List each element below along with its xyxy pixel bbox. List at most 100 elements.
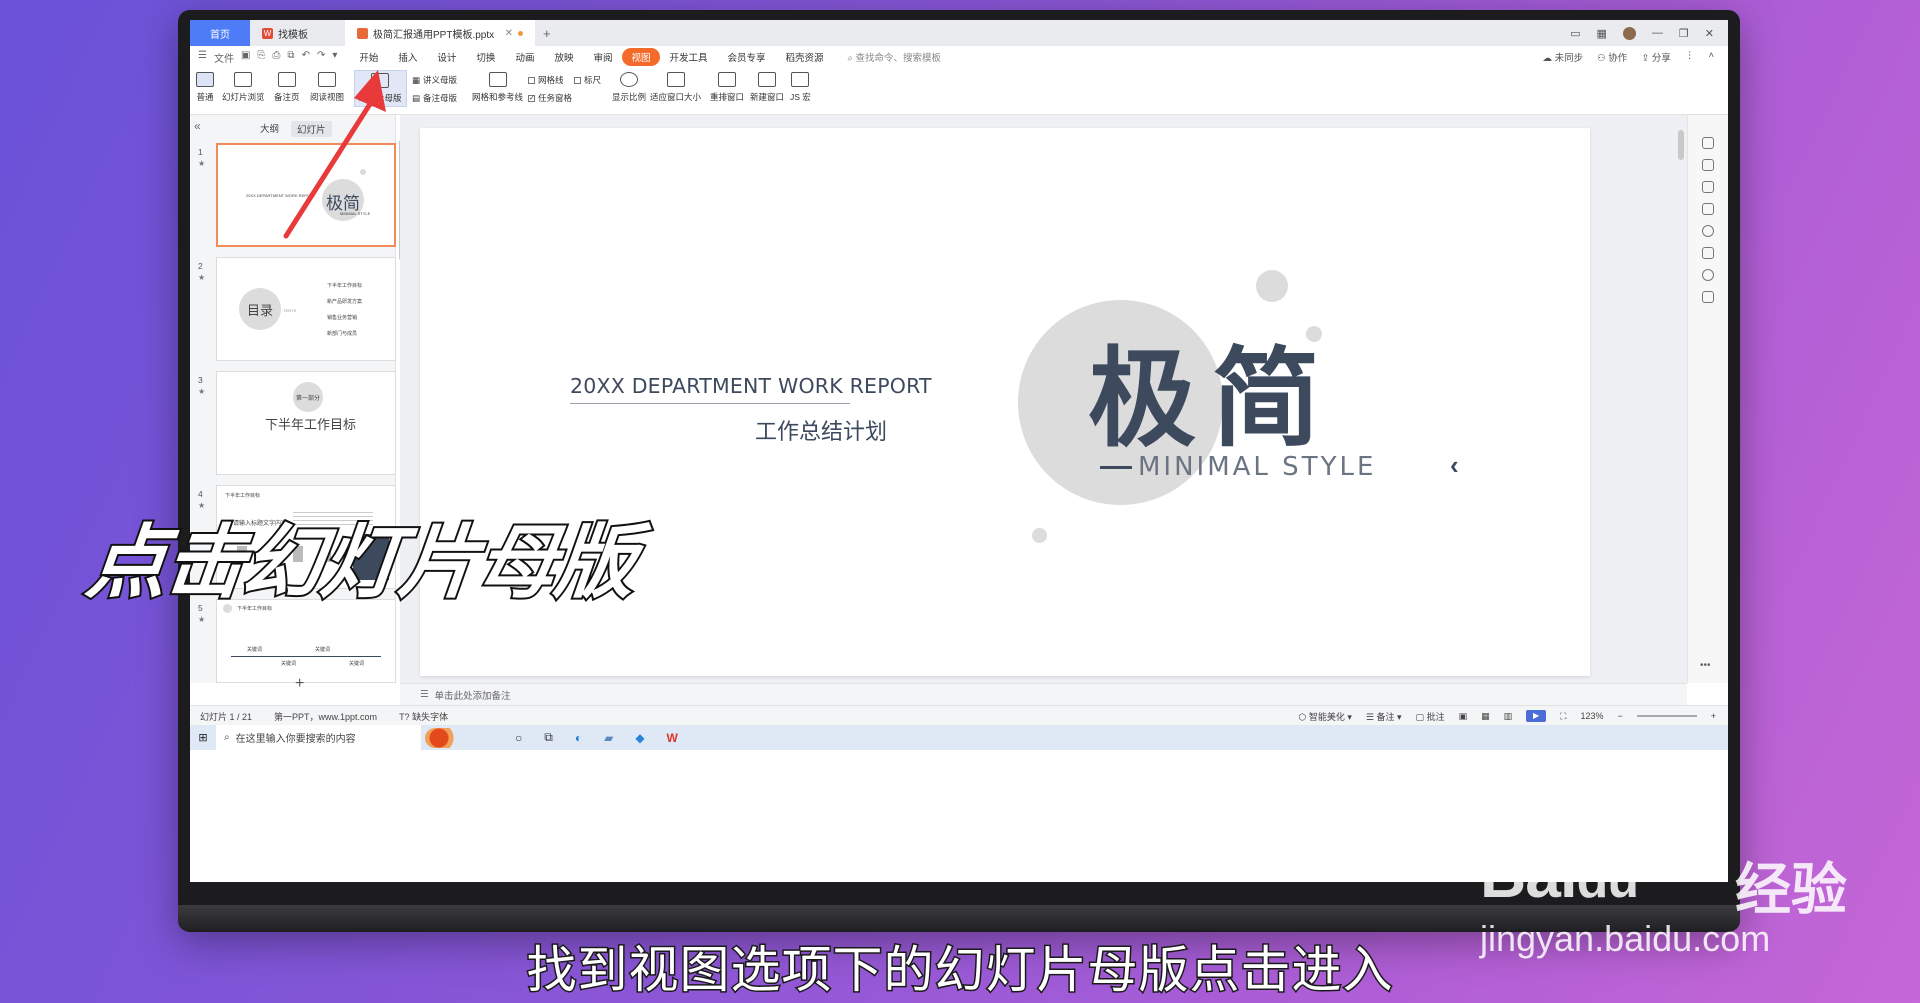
slide-thumbnail-3[interactable]: 第一部分 下半年工作目标 [216,371,396,475]
design-icon[interactable] [1702,137,1714,149]
menu-resources[interactable]: 稻壳资源 [776,50,834,64]
right-task-rail: ••• [1687,115,1728,683]
collapse-ribbon-icon[interactable]: ˄ [1708,50,1714,64]
store-icon[interactable]: ▰ [604,731,613,745]
js-macro-button[interactable]: JS 宏 [790,72,811,103]
edge-icon[interactable]: ◐ [575,731,582,745]
close-tab-icon[interactable]: ✕ [505,28,513,39]
zoom-out-icon[interactable]: − [1617,711,1622,721]
cortana-icon[interactable]: ○ [515,731,522,745]
slide-sorter-button[interactable]: 幻灯片浏览 [222,72,265,103]
sorter-view-status-icon[interactable]: ▦ [1481,711,1490,722]
sync-button[interactable]: ☁ 未同步 [1542,50,1583,64]
menu-design[interactable]: 设计 [427,50,466,64]
menu-animations[interactable]: 动画 [505,50,544,64]
baidu-logo-du: du [1576,851,1640,909]
menu-developer[interactable]: 开发工具 [660,50,718,64]
bird-app-icon[interactable]: ◆ [635,731,644,745]
add-slide-icon[interactable]: + [295,675,304,693]
canvas-scrollbar[interactable] [1678,130,1684,160]
menu-hamburger-icon[interactable]: ☰ [198,50,207,65]
minimize-icon[interactable]: — [1652,27,1663,39]
taskbar-search[interactable]: ⌕ 在这里输入你要搜索的内容 [216,725,421,750]
fit-window-icon [666,72,685,87]
new-window-button[interactable]: 新建窗口 [750,72,784,103]
slide-style-text: MINIMAL STYLE [1138,452,1377,482]
zoom-slider[interactable] [1636,715,1697,717]
star-icon: ★ [198,273,206,282]
handout-master-button[interactable]: ▦ 讲义母版 [412,74,457,86]
thumb-3-part: 第一部分 [296,396,321,402]
slide-dot-small [1032,528,1047,543]
notes-bar[interactable]: ☰ 单击此处添加备注 [400,683,1687,705]
fit-icon[interactable]: ⛶ [1560,711,1566,722]
unsaved-dot-icon [518,30,523,36]
book-open-icon[interactable] [1702,291,1714,303]
slide-count: 幻灯片 1 / 21 [200,711,253,722]
checkbox-icon [528,76,535,84]
menu-slideshow[interactable]: 放映 [544,50,583,64]
more-menu-icon[interactable]: ⋮ [1685,50,1695,64]
normal-view-button[interactable]: 普通 [196,72,214,103]
notes-toggle-button[interactable]: ☰ 备注 ▾ [1366,710,1402,723]
task-pane-checkbox[interactable]: ✓ 任务窗格 [528,92,572,104]
restore-icon[interactable]: ❐ [1679,27,1689,40]
new-tab-icon[interactable]: + [535,26,559,41]
tab-templates[interactable]: W 找模板 [250,20,345,46]
close-window-icon[interactable]: ✕ [1705,27,1714,40]
baidu-logo-latin: Bai [1480,839,1578,911]
thumb-2-title: 目录 [247,303,274,318]
layout-panel-icon[interactable] [1702,203,1714,215]
comments-button[interactable]: ▢ 批注 [1416,710,1445,723]
slide-thumbnail-2[interactable]: 目录 TENTS 下半年工作目标 新产品研发方案 销售业务营销 新部门与成员 [216,257,396,361]
location-icon[interactable] [1702,269,1714,281]
collab-button[interactable]: ⚇ 协作 [1597,50,1627,64]
avatar[interactable] [1622,26,1636,40]
windows-start-icon[interactable]: ⊞ [190,731,216,744]
ruler-checkbox[interactable]: 标尺 [574,74,601,86]
grid-guides-button[interactable]: 网格和参考线 [472,72,523,103]
pin-icon[interactable] [1702,181,1714,193]
tab-document[interactable]: 极简汇报通用PPT模板.pptx ✕ [345,20,535,46]
export-icon[interactable]: ⎘ [257,50,265,65]
ruler-label: 标尺 [584,75,602,85]
normal-view-status-icon[interactable]: ▣ [1459,711,1468,722]
menu-file[interactable]: 文件 [214,50,234,65]
reading-view-status-icon[interactable]: ▥ [1504,711,1513,722]
fit-window-button[interactable]: 适应窗口大小 [650,72,701,103]
theme-name: 第一PPT，www.1ppt.com [274,711,378,722]
layout-icon[interactable]: ▭ [1570,27,1580,40]
menu-view[interactable]: 视图 [622,48,660,66]
task-view-icon[interactable]: ⧉ [544,730,553,745]
menu-review[interactable]: 审阅 [583,50,622,64]
tab-home[interactable]: 首页 [190,20,250,46]
arrange-windows-button[interactable]: 重排窗口 [710,72,744,103]
command-search[interactable]: ⌕ 查找命令、搜索模板 [834,50,941,64]
pptx-file-icon [357,27,368,39]
thumb-number: 2 [198,261,203,271]
collapse-panel-icon[interactable]: « [194,119,201,133]
beautify-button[interactable]: ⬡ 智能美化 ▾ [1299,710,1352,723]
thumb-5-timeline [231,656,381,657]
save-icon[interactable]: ▣ [241,50,250,65]
settings-sliders-icon[interactable] [1702,159,1714,171]
menu-member[interactable]: 会员专享 [718,50,776,64]
wps-taskbar-icon[interactable]: W [667,731,678,745]
zoom-button[interactable]: 显示比例 [612,72,646,103]
baidu-logo-text: Baidu [1480,838,1640,912]
more-options-icon[interactable]: ••• [1700,660,1711,671]
backup-icon[interactable] [1702,247,1714,259]
missing-font-button[interactable]: T? 缺失字体 [399,710,448,723]
grid-apps-icon[interactable]: ▦ [1597,27,1607,40]
notes-master-button[interactable]: ▤ 备注母版 [412,92,457,104]
help-icon[interactable] [1702,225,1714,237]
play-icon[interactable]: ▶ [1526,710,1547,722]
gridlines-checkbox[interactable]: 网格线 [528,74,564,86]
slide-dot-large [1256,270,1288,302]
chevron-left-icon: ‹ [1450,450,1459,480]
menu-transitions[interactable]: 切换 [466,50,505,64]
share-button[interactable]: ⇪ 分享 [1641,50,1671,64]
wps-window: 首页 W 找模板 极简汇报通用PPT模板.pptx ✕ + ▭ ▦ — ❐ ✕ ☰ … [190,20,1728,882]
zoom-in-icon[interactable]: + [1711,711,1716,721]
notes-master-icon: ▤ [412,92,421,103]
